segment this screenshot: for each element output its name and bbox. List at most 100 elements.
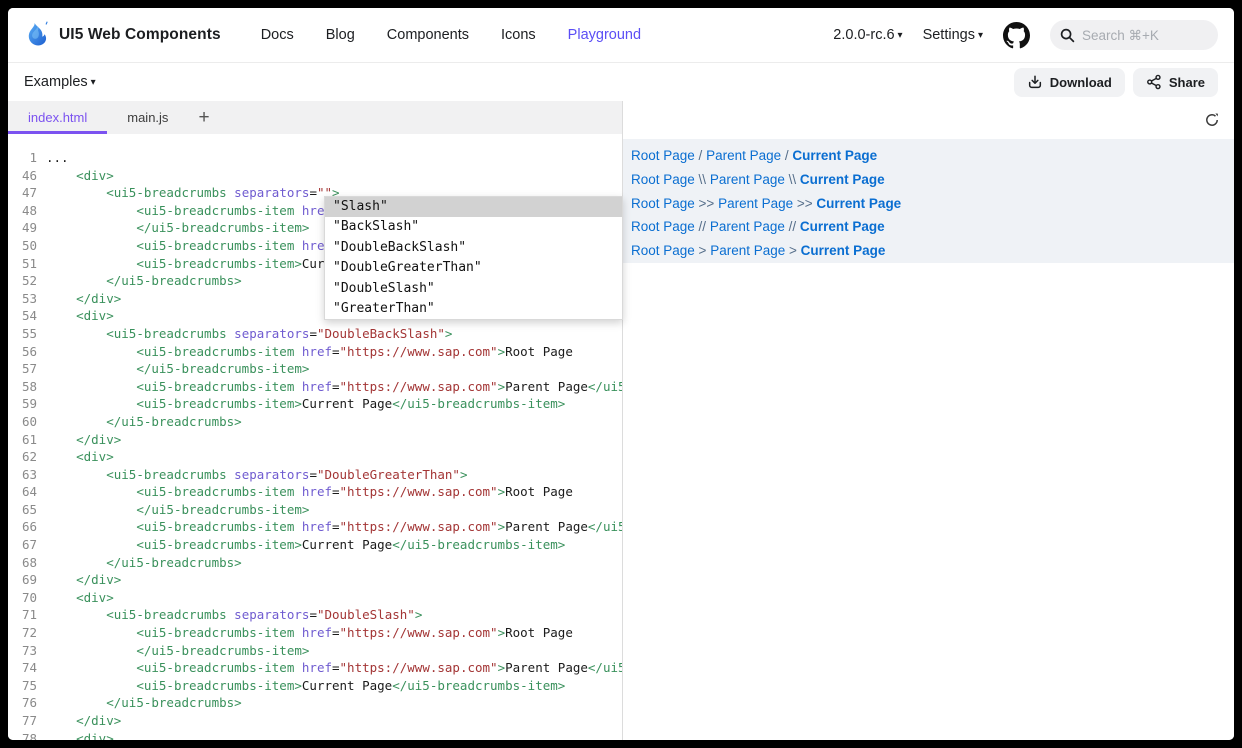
code-text: <ui5-breadcrumbs-item href="https://www.…	[46, 624, 622, 642]
line-number: 56	[8, 343, 46, 361]
code-line[interactable]: 68 </ui5-breadcrumbs>	[8, 554, 622, 572]
line-number: 78	[8, 730, 46, 740]
code-line[interactable]: 59 <ui5-breadcrumbs-item>Current Page</u…	[8, 395, 622, 413]
code-line[interactable]: 57 </ui5-breadcrumbs-item>	[8, 360, 622, 378]
code-line[interactable]: 69 </div>	[8, 571, 622, 589]
autocomplete-dropdown: "Slash""BackSlash""DoubleBackSlash""Doub…	[324, 196, 623, 320]
line-number: 51	[8, 255, 46, 273]
code-line[interactable]: 77 </div>	[8, 712, 622, 730]
code-text: </div>	[46, 712, 622, 730]
app: UI5 Web Components Docs Blog Components …	[8, 8, 1234, 740]
line-number: 74	[8, 659, 46, 677]
breadcrumb-row: Root Page >> Parent Page >> Current Page	[631, 191, 1234, 215]
nav-item-blog[interactable]: Blog	[326, 27, 355, 43]
line-number: 62	[8, 448, 46, 466]
code-text: </ui5-breadcrumbs>	[46, 413, 622, 431]
line-number: 61	[8, 431, 46, 449]
code-line[interactable]: 58 <ui5-breadcrumbs-item href="https://w…	[8, 378, 622, 396]
examples-dropdown[interactable]: Examples▾	[24, 74, 96, 90]
code-text: </div>	[46, 571, 622, 589]
github-icon[interactable]	[1003, 22, 1030, 49]
version-dropdown[interactable]: 2.0.0-rc.6▾	[833, 27, 902, 43]
line-number: 54	[8, 307, 46, 325]
nav-item-icons[interactable]: Icons	[501, 27, 536, 43]
line-number: 1	[8, 149, 46, 167]
breadcrumb-link[interactable]: Parent Page	[706, 148, 781, 163]
search-icon	[1060, 28, 1075, 43]
editor-tab-bar: index.html main.js +	[8, 101, 622, 134]
autocomplete-option[interactable]: "DoubleSlash"	[325, 279, 622, 299]
line-number: 47	[8, 184, 46, 202]
code-line[interactable]: 67 <ui5-breadcrumbs-item>Current Page</u…	[8, 536, 622, 554]
code-text: </ui5-breadcrumbs>	[46, 554, 622, 572]
line-number: 70	[8, 589, 46, 607]
code-line[interactable]: 74 <ui5-breadcrumbs-item href="https://w…	[8, 659, 622, 677]
breadcrumbs-demo-panel: Root Page / Parent Page / Current PageRo…	[623, 139, 1234, 263]
breadcrumb-link[interactable]: Parent Page	[710, 172, 785, 187]
line-number: 65	[8, 501, 46, 519]
autocomplete-option[interactable]: "BackSlash"	[325, 217, 622, 237]
share-button[interactable]: Share	[1133, 68, 1218, 97]
brand[interactable]: UI5 Web Components	[24, 21, 221, 49]
breadcrumb-separator: >	[785, 243, 800, 258]
line-number: 69	[8, 571, 46, 589]
breadcrumb-link[interactable]: Parent Page	[710, 243, 785, 258]
code-line[interactable]: 66 <ui5-breadcrumbs-item href="https://w…	[8, 518, 622, 536]
toolbar-actions: Download Share	[1014, 68, 1218, 97]
line-number: 48	[8, 202, 46, 220]
breadcrumb-current: Current Page	[816, 196, 901, 211]
breadcrumb-link[interactable]: Parent Page	[718, 196, 793, 211]
code-line[interactable]: 70 <div>	[8, 589, 622, 607]
tab-index-html[interactable]: index.html	[8, 101, 107, 134]
code-line[interactable]: 55 <ui5-breadcrumbs separators="DoubleBa…	[8, 325, 622, 343]
code-line[interactable]: 64 <ui5-breadcrumbs-item href="https://w…	[8, 483, 622, 501]
tab-main-js[interactable]: main.js	[107, 101, 188, 134]
code-line[interactable]: 73 </ui5-breadcrumbs-item>	[8, 642, 622, 660]
breadcrumb-link[interactable]: Root Page	[631, 219, 695, 234]
code-line[interactable]: 46 <div>	[8, 167, 622, 185]
download-button[interactable]: Download	[1014, 68, 1125, 97]
nav-right: 2.0.0-rc.6▾ Settings▾	[833, 20, 1218, 50]
code-line[interactable]: 72 <ui5-breadcrumbs-item href="https://w…	[8, 624, 622, 642]
code-text: <ui5-breadcrumbs-item>Current Page</ui5-…	[46, 677, 622, 695]
add-tab-button[interactable]: +	[188, 101, 219, 134]
code-line[interactable]: 78 <div>	[8, 730, 622, 740]
breadcrumb-link[interactable]: Parent Page	[710, 219, 785, 234]
autocomplete-option[interactable]: "DoubleGreaterThan"	[325, 258, 622, 278]
autocomplete-option[interactable]: "Slash"	[325, 197, 622, 217]
code-line[interactable]: 71 <ui5-breadcrumbs separators="DoubleSl…	[8, 606, 622, 624]
brand-title: UI5 Web Components	[59, 26, 221, 44]
breadcrumb-link[interactable]: Root Page	[631, 196, 695, 211]
code-text: <ui5-breadcrumbs separators="DoubleBackS…	[46, 325, 622, 343]
line-number: 75	[8, 677, 46, 695]
code-line[interactable]: 1...	[8, 149, 622, 167]
search-input[interactable]	[1082, 28, 1202, 43]
nav-item-components[interactable]: Components	[387, 27, 469, 43]
line-number: 63	[8, 466, 46, 484]
code-line[interactable]: 76 </ui5-breadcrumbs>	[8, 694, 622, 712]
breadcrumb-link[interactable]: Root Page	[631, 148, 695, 163]
breadcrumb-row: Root Page \\ Parent Page \\ Current Page	[631, 168, 1234, 192]
settings-dropdown[interactable]: Settings▾	[923, 27, 983, 43]
breadcrumb-row: Root Page / Parent Page / Current Page	[631, 144, 1234, 168]
autocomplete-option[interactable]: "DoubleBackSlash"	[325, 238, 622, 258]
nav-item-playground[interactable]: Playground	[568, 27, 641, 43]
code-line[interactable]: 61 </div>	[8, 431, 622, 449]
autocomplete-option[interactable]: "GreaterThan"	[325, 299, 622, 319]
nav-item-docs[interactable]: Docs	[261, 27, 294, 43]
line-number: 73	[8, 642, 46, 660]
search-box[interactable]	[1050, 20, 1218, 50]
code-line[interactable]: 65 </ui5-breadcrumbs-item>	[8, 501, 622, 519]
breadcrumb-separator: /	[781, 148, 792, 163]
code-line[interactable]: 62 <div>	[8, 448, 622, 466]
breadcrumb-current: Current Page	[800, 172, 885, 187]
line-number: 46	[8, 167, 46, 185]
breadcrumb-link[interactable]: Root Page	[631, 243, 695, 258]
breadcrumb-link[interactable]: Root Page	[631, 172, 695, 187]
code-line[interactable]: 60 </ui5-breadcrumbs>	[8, 413, 622, 431]
refresh-icon[interactable]	[1204, 112, 1220, 128]
code-line[interactable]: 63 <ui5-breadcrumbs separators="DoubleGr…	[8, 466, 622, 484]
examples-toolbar: Examples▾ Download	[8, 63, 1234, 101]
code-line[interactable]: 75 <ui5-breadcrumbs-item>Current Page</u…	[8, 677, 622, 695]
code-line[interactable]: 56 <ui5-breadcrumbs-item href="https://w…	[8, 343, 622, 361]
